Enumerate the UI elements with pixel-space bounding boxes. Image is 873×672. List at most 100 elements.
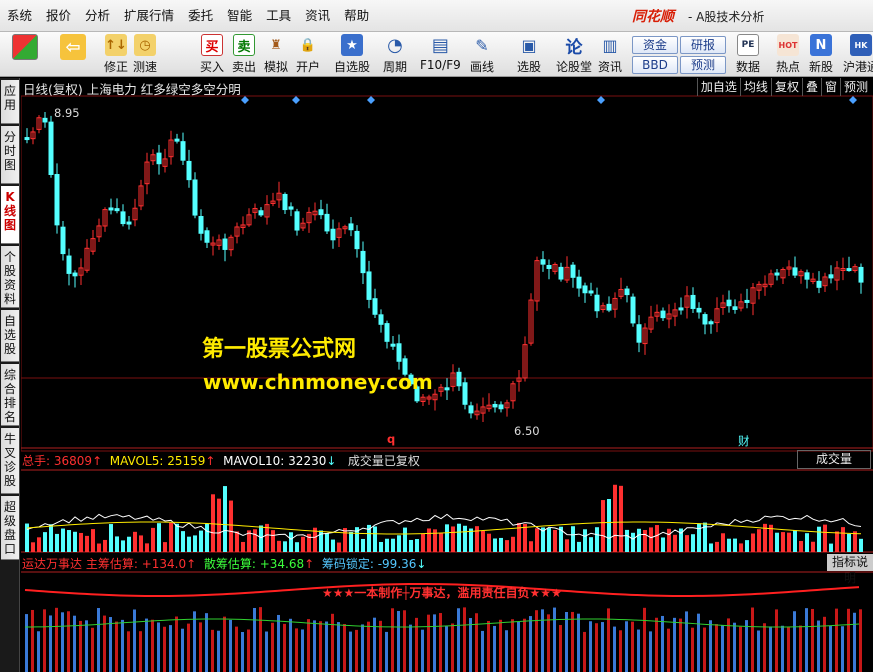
tab-app[interactable]: 应用 [1,80,19,124]
main-chip-label: 主筹估算: [85,557,138,571]
simulate-button[interactable]: ♜ 模拟 [264,34,288,75]
sell-button[interactable]: 卖卖出 [232,34,256,75]
tab-intraday[interactable]: 分时图 [1,126,19,184]
window-button[interactable]: 窗 [820,78,840,96]
news-button[interactable]: ▥ 资讯 [598,34,622,75]
volume-bar [793,530,797,552]
tab-order-book[interactable]: 超级盘口 [1,496,19,560]
indicator-bar [535,610,538,672]
candle-body [456,371,462,387]
indicator-bar [331,613,334,672]
tab-ranking[interactable]: 综合排名 [1,364,19,426]
volume-bar [637,528,641,552]
menu-item-smart[interactable]: 智能 [220,0,259,32]
forecast-button[interactable]: 预测 [680,56,726,74]
lock-icon: 🔒 [299,37,317,53]
candle-body [588,290,594,294]
indicator-bar [769,626,772,672]
overlay-button[interactable]: 叠 [801,78,821,96]
indicator-bar [847,608,850,672]
candle-body [120,211,126,225]
volume-bar [643,529,647,552]
stock-pick-button[interactable]: ▣ 选股 [517,34,541,75]
volume-bar [43,532,47,552]
research-button[interactable]: 研报 [680,36,726,54]
layout-icon-button[interactable] [12,34,38,75]
data-button[interactable]: PE 数据 [736,34,760,75]
capital-button[interactable]: 资金 [632,36,678,54]
volume-bar [505,540,509,552]
candle-body [804,272,810,280]
menu-item-system[interactable]: 系统 [0,0,39,32]
back-button[interactable]: ⇦ [60,34,86,75]
indicator-bar [619,630,622,672]
indicator-bar [751,607,754,672]
indicator-banner: ★★★一本制作┼万事达，滥用责任自负★★★ [322,586,562,600]
buy-button[interactable]: 买买入 [200,34,224,75]
volume-bar [211,494,215,552]
volume-bar [55,533,59,552]
tab-diagnosis[interactable]: 牛叉诊股 [1,428,19,494]
volume-bar [181,531,185,552]
indicator-help-button[interactable]: 指标说明 [827,554,873,585]
indicator-bar [811,608,814,672]
menu-item-news[interactable]: 资讯 [298,0,337,32]
candle-body [48,121,54,176]
bbd-button[interactable]: BBD [632,56,678,74]
event-marker-q[interactable]: q [387,432,395,446]
candle-body [558,266,564,280]
draw-line-button[interactable]: ✎ 画线 [470,34,494,75]
period-label: 周期 [383,60,408,74]
indicator-bar [373,617,376,672]
indicator-bar [253,607,256,672]
menu-item-analysis[interactable]: 分析 [78,0,117,32]
volume-indicator-button[interactable]: 成交量 [797,450,871,469]
back-arrow-icon: ⇦ [60,34,86,60]
volume-bar [661,537,665,552]
sell-label: 卖出 [232,60,257,74]
tab-watchlist[interactable]: 自选股 [1,310,19,362]
tab-stock-profile[interactable]: 个股资料 [1,246,19,308]
indicator-bar [79,620,82,672]
volume-bar [457,523,461,552]
candle-body [384,323,390,342]
hot-button[interactable]: HOT 热点 [776,34,800,75]
forum-button[interactable]: 论论股堂 [556,34,592,75]
candle-body [330,228,336,241]
adjust-button[interactable]: 复权 [770,78,802,96]
tab-kline[interactable]: K线图 [1,186,19,244]
watchlist-button[interactable]: ★ 自选股 [334,34,370,75]
indicator-bar [511,619,514,672]
grid-icon [12,34,38,60]
volume-bar [451,526,455,552]
period-button[interactable]: ◔ 周期 [383,34,407,75]
speed-button[interactable]: ◷ 测速 [133,34,157,75]
indicator-bar [553,607,556,672]
new-stock-button[interactable]: N 新股 [809,34,833,75]
volume-bar [601,500,605,552]
hk-connect-button[interactable]: HK 沪港通 [843,34,873,75]
indicator-bar [625,621,628,672]
menu-item-tools[interactable]: 工具 [259,0,298,32]
moving-average-button[interactable]: 均线 [739,78,771,96]
menu-item-trade[interactable]: 委托 [181,0,220,32]
kline-chart-area[interactable] [21,78,873,672]
fix-button[interactable]: ↑↓ 修正 [104,34,128,75]
add-watchlist-button[interactable]: 加自选 [696,78,740,96]
indicator-bar [193,611,196,672]
f10-button[interactable]: ▤ F10/F9 [420,34,461,75]
volume-bar [649,527,653,552]
predict-button[interactable]: 预测 [839,78,871,96]
event-marker-finance[interactable]: 财 [738,433,750,449]
open-account-button[interactable]: 🔒 开户 [296,34,320,75]
indicator-bar [259,607,262,672]
indicator-bar [691,627,694,672]
candle-body [186,160,192,181]
volume-bar [631,532,635,552]
volume-bar [721,533,725,552]
menu-item-help[interactable]: 帮助 [337,0,376,32]
indicator-bar [283,623,286,672]
menu-item-quote[interactable]: 报价 [39,0,78,32]
menu-item-extended[interactable]: 扩展行情 [117,0,181,32]
volume-bar [445,524,449,552]
